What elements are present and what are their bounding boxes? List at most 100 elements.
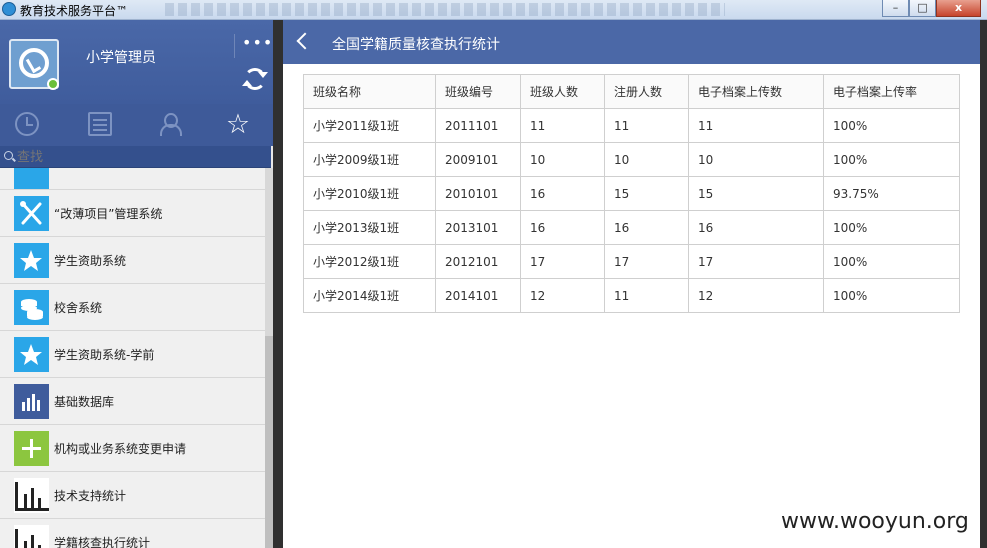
scrollbar-thumb[interactable] <box>265 336 273 548</box>
tools-icon <box>14 196 49 231</box>
app-logo-icon <box>2 2 16 16</box>
app-item-gaibao[interactable]: “改薄项目”管理系统 <box>0 190 265 237</box>
cell-registered: 10 <box>604 142 689 177</box>
stats-table: 班级名称 班级编号 班级人数 注册人数 电子档案上传数 电子档案上传率 小学20… <box>303 74 960 313</box>
cell-class-size: 11 <box>520 108 605 143</box>
app-item-school-building[interactable]: 校舍系统 <box>0 284 265 331</box>
cell-class-name: 小学2009级1班 <box>303 142 436 177</box>
cell-registered: 11 <box>604 278 689 313</box>
cell-class-code: 2013101 <box>435 210 521 245</box>
cell-class-code: 2014101 <box>435 278 521 313</box>
app-item-student-aid[interactable]: 学生资助系统 <box>0 237 265 284</box>
app-item-student-aid-preschool[interactable]: 学生资助系统-学前 <box>0 331 265 378</box>
cell-upload-rate: 100% <box>823 244 960 279</box>
contacts-icon[interactable] <box>158 112 182 136</box>
profile-header: 小学管理员 ••• <box>0 20 273 104</box>
star-icon <box>14 337 49 372</box>
page-title: 全国学籍质量核查执行统计 <box>332 37 500 53</box>
cell-class-code: 2009101 <box>435 142 521 177</box>
close-button[interactable]: x <box>936 0 981 17</box>
database-icon <box>14 168 49 189</box>
list-line <box>93 129 107 131</box>
cell-class-code: 2010101 <box>435 176 521 211</box>
cell-registered: 11 <box>604 108 689 143</box>
app-item-basic-database[interactable]: 基础数据库 <box>0 378 265 425</box>
app-item-change-request[interactable]: 机构或业务系统变更申请 <box>0 425 265 472</box>
window-edge <box>980 20 987 548</box>
app-label: 学生资助系统-学前 <box>54 348 155 362</box>
recent-clock-icon[interactable] <box>15 112 39 136</box>
cell-registered: 16 <box>604 210 689 245</box>
cell-uploads: 17 <box>688 244 824 279</box>
sidebar: 小学管理员 ••• ☆ “改薄项目”管理系统 <box>0 20 273 548</box>
table-row: 小学2013级1班 2013101 16 16 16 100% <box>303 210 960 245</box>
cell-uploads: 10 <box>688 142 824 177</box>
cell-uploads: 16 <box>688 210 824 245</box>
column-header: 电子档案上传率 <box>823 74 960 109</box>
window-controls: – □ x <box>882 0 981 17</box>
table-header-row: 班级名称 班级编号 班级人数 注册人数 电子档案上传数 电子档案上传率 <box>303 74 960 109</box>
cell-uploads: 12 <box>688 278 824 313</box>
table-row: 小学2014级1班 2014101 12 11 12 100% <box>303 278 960 313</box>
list-icon[interactable] <box>88 112 112 136</box>
more-button[interactable]: ••• <box>242 35 272 54</box>
minimize-button[interactable]: – <box>882 0 909 17</box>
refresh-icon[interactable] <box>242 68 266 90</box>
watermark-text: www.wooyun.org <box>781 509 969 534</box>
cell-upload-rate: 100% <box>823 108 960 143</box>
sidebar-tabs: ☆ <box>0 104 273 146</box>
bar-chart-icon <box>14 525 49 548</box>
app-label: “改薄项目”管理系统 <box>54 207 163 221</box>
cell-class-code: 2011101 <box>435 108 521 143</box>
header-divider <box>234 34 235 58</box>
back-arrow-icon[interactable] <box>296 32 314 50</box>
user-logo-icon <box>19 48 49 78</box>
cell-class-size: 16 <box>520 210 605 245</box>
cell-registered: 17 <box>604 244 689 279</box>
list-line <box>93 119 107 121</box>
table-row: 小学2009级1班 2009101 10 10 10 100% <box>303 142 960 177</box>
app-label: 基础数据库 <box>54 395 115 409</box>
sidebar-scrollbar[interactable] <box>265 168 273 548</box>
table-row: 小学2010级1班 2010101 16 15 15 93.75% <box>303 176 960 211</box>
maximize-button[interactable]: □ <box>909 0 936 17</box>
app-label: 技术支持统计 <box>54 489 127 503</box>
cell-class-name: 小学2010级1班 <box>303 176 436 211</box>
cell-class-name: 小学2012级1班 <box>303 244 436 279</box>
plus-icon <box>14 431 49 466</box>
favorites-star-icon[interactable]: ☆ <box>224 111 252 138</box>
column-header: 注册人数 <box>604 74 689 109</box>
cell-class-name: 小学2011级1班 <box>303 108 436 143</box>
cell-uploads: 11 <box>688 108 824 143</box>
app-label: 校舍系统 <box>54 301 103 315</box>
bar-chart-icon <box>14 478 49 513</box>
coins-icon <box>14 290 49 325</box>
cell-registered: 15 <box>604 176 689 211</box>
column-header: 班级编号 <box>435 74 521 109</box>
column-header: 班级人数 <box>520 74 605 109</box>
app-label: 学籍核查执行统计 <box>54 536 151 548</box>
cell-class-name: 小学2014级1班 <box>303 278 436 313</box>
main-header: 全国学籍质量核查执行统计 <box>283 20 980 64</box>
column-header: 班级名称 <box>303 74 436 109</box>
main-panel: 全国学籍质量核查执行统计 班级名称 班级编号 班级人数 注册人数 电子档案上传数… <box>283 20 980 548</box>
search-input[interactable] <box>17 148 267 166</box>
cell-upload-rate: 100% <box>823 278 960 313</box>
cell-class-size: 12 <box>520 278 605 313</box>
cell-upload-rate: 93.75% <box>823 176 960 211</box>
app-item-tech-support-stats[interactable]: 技术支持统计 <box>0 472 265 519</box>
search-icon <box>4 151 13 160</box>
list-line <box>93 124 107 126</box>
blurred-banner <box>165 3 725 16</box>
bar-chart-icon <box>14 384 49 419</box>
cell-class-name: 小学2013级1班 <box>303 210 436 245</box>
column-header: 电子档案上传数 <box>688 74 824 109</box>
app-item-enrollment-check-stats[interactable]: 学籍核查执行统计 <box>0 519 265 548</box>
cell-class-size: 10 <box>520 142 605 177</box>
app-item-partial[interactable] <box>0 168 265 190</box>
app-label: 学生资助系统 <box>54 254 127 268</box>
star-icon <box>14 243 49 278</box>
cell-uploads: 15 <box>688 176 824 211</box>
online-status-icon <box>47 78 59 90</box>
window-title: 教育技术服务平台™ <box>20 4 129 18</box>
